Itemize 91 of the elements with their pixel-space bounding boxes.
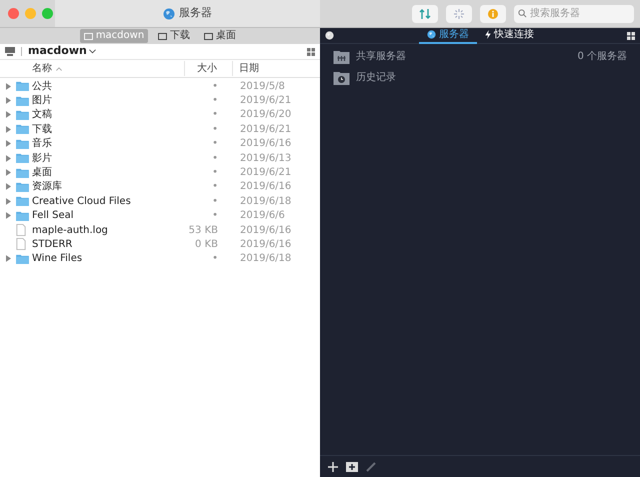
file-row[interactable]: 文稿 • 2019/6/20 xyxy=(0,108,320,122)
modified-date: 2019/6/21 xyxy=(239,122,292,137)
file-name: 公共 xyxy=(32,80,53,94)
file-name: 下载 xyxy=(32,122,53,137)
modified-date: 2019/6/21 xyxy=(239,166,292,180)
date-column-header[interactable]: 日期 xyxy=(233,61,259,76)
add-icon[interactable] xyxy=(328,462,338,472)
file-size: • xyxy=(211,122,219,137)
modified-date: 2019/6/16 xyxy=(239,137,292,152)
file-row[interactable]: STDERR 0 KB 2019/6/16 xyxy=(0,237,320,252)
search-icon xyxy=(518,9,527,18)
file-size: • xyxy=(211,194,219,209)
file-name: 桌面 xyxy=(32,166,53,180)
file-row[interactable]: 资源库 • 2019/6/16 xyxy=(0,180,320,194)
modified-date: 2019/6/20 xyxy=(239,108,292,122)
file-row[interactable]: 图片 • 2019/6/21 xyxy=(0,93,320,108)
server-label: 共享服务器 xyxy=(356,50,407,64)
file-row[interactable]: maple-auth.log 53 KB 2019/6/16 xyxy=(0,222,320,238)
file-name: 影片 xyxy=(32,152,53,166)
file-size: 0 KB xyxy=(194,238,219,252)
shared-folder-icon xyxy=(333,50,350,64)
file-size: • xyxy=(211,94,219,108)
sort-ascending-icon xyxy=(56,66,62,70)
grid-view-icon[interactable] xyxy=(627,32,635,40)
location-dropdown[interactable]: macdown xyxy=(28,43,96,60)
document-icon xyxy=(16,224,26,236)
up-down-arrows-icon xyxy=(419,8,431,18)
server-label: 历史记录 xyxy=(356,70,397,85)
file-name: 资源库 xyxy=(32,180,63,194)
server-tab[interactable]: 快速连接 xyxy=(477,28,542,44)
modified-date: 2019/6/21 xyxy=(239,94,292,108)
server-tab[interactable]: 服务器 xyxy=(419,28,477,44)
document-icon xyxy=(16,238,26,250)
server-list-item[interactable]: 共享服务器 0 个服务器 xyxy=(320,46,640,67)
transfer-button[interactable] xyxy=(412,4,438,22)
clock-folder-icon xyxy=(333,70,350,84)
file-size: • xyxy=(211,252,219,266)
name-column-header[interactable]: 名称 xyxy=(0,61,185,76)
file-size: • xyxy=(211,108,219,122)
modified-date: 2019/6/18 xyxy=(239,194,292,209)
server-list-item[interactable]: 历史记录 xyxy=(320,67,640,88)
file-row[interactable]: Fell Seal • 2019/6/6 xyxy=(0,208,320,223)
file-row[interactable]: 音乐 • 2019/6/16 xyxy=(0,136,320,151)
path-tab[interactable]: 桌面 xyxy=(200,29,240,43)
globe-icon xyxy=(325,31,334,40)
file-size: • xyxy=(211,209,219,224)
file-size: • xyxy=(211,80,219,94)
window-tab[interactable]: 服务器 xyxy=(55,0,320,27)
file-size: • xyxy=(211,166,219,180)
file-row[interactable]: 影片 • 2019/6/13 xyxy=(0,150,320,166)
file-row[interactable]: 下载 • 2019/6/21 xyxy=(0,122,320,137)
close-button[interactable] xyxy=(8,8,19,19)
computer-icon xyxy=(5,47,15,56)
chevron-down-icon xyxy=(88,49,96,54)
file-row[interactable]: 公共 • 2019/5/8 xyxy=(0,79,320,94)
modified-date: 2019/6/16 xyxy=(239,238,292,252)
file-size: • xyxy=(211,180,219,194)
file-size: • xyxy=(211,152,219,166)
globe-icon xyxy=(163,8,175,20)
path-tab[interactable]: 下载 xyxy=(154,29,194,43)
file-size: 53 KB xyxy=(188,224,219,238)
modified-date: 2019/6/16 xyxy=(239,224,292,238)
file-name: Fell Seal xyxy=(32,209,74,224)
server-count: 0 个服务器 xyxy=(577,50,627,64)
search-field[interactable]: 搜索服务器 xyxy=(514,4,634,22)
globe-icon xyxy=(427,30,436,39)
spinner-icon xyxy=(454,8,464,18)
info-button[interactable] xyxy=(480,4,506,22)
modified-date: 2019/6/18 xyxy=(239,252,292,266)
file-name: STDERR xyxy=(32,238,74,252)
modified-date: 2019/5/8 xyxy=(239,80,285,94)
pencil-icon[interactable] xyxy=(366,462,376,472)
new-folder-icon[interactable] xyxy=(346,462,358,472)
disclosure-triangle-icon[interactable] xyxy=(6,255,11,262)
file-row[interactable]: Creative Cloud Files • 2019/6/18 xyxy=(0,194,320,209)
file-row[interactable]: Wine Files • 2019/6/18 xyxy=(0,252,320,266)
modified-date: 2019/6/13 xyxy=(239,152,292,166)
file-name: Wine Files xyxy=(32,252,84,266)
file-row[interactable]: 桌面 • 2019/6/21 xyxy=(0,165,320,180)
size-column-header[interactable]: 大小 xyxy=(185,61,233,76)
file-name: 图片 xyxy=(32,94,53,108)
file-name: 文稿 xyxy=(32,108,53,122)
info-icon xyxy=(488,8,498,18)
file-size: • xyxy=(211,137,219,152)
lightning-icon xyxy=(485,30,491,39)
file-name: Creative Cloud Files xyxy=(32,194,132,209)
modified-date: 2019/6/6 xyxy=(239,209,285,224)
activity-button[interactable] xyxy=(446,4,472,22)
file-name: 音乐 xyxy=(32,136,53,152)
file-name: maple-auth.log xyxy=(32,224,109,238)
modified-date: 2019/6/16 xyxy=(239,180,292,194)
